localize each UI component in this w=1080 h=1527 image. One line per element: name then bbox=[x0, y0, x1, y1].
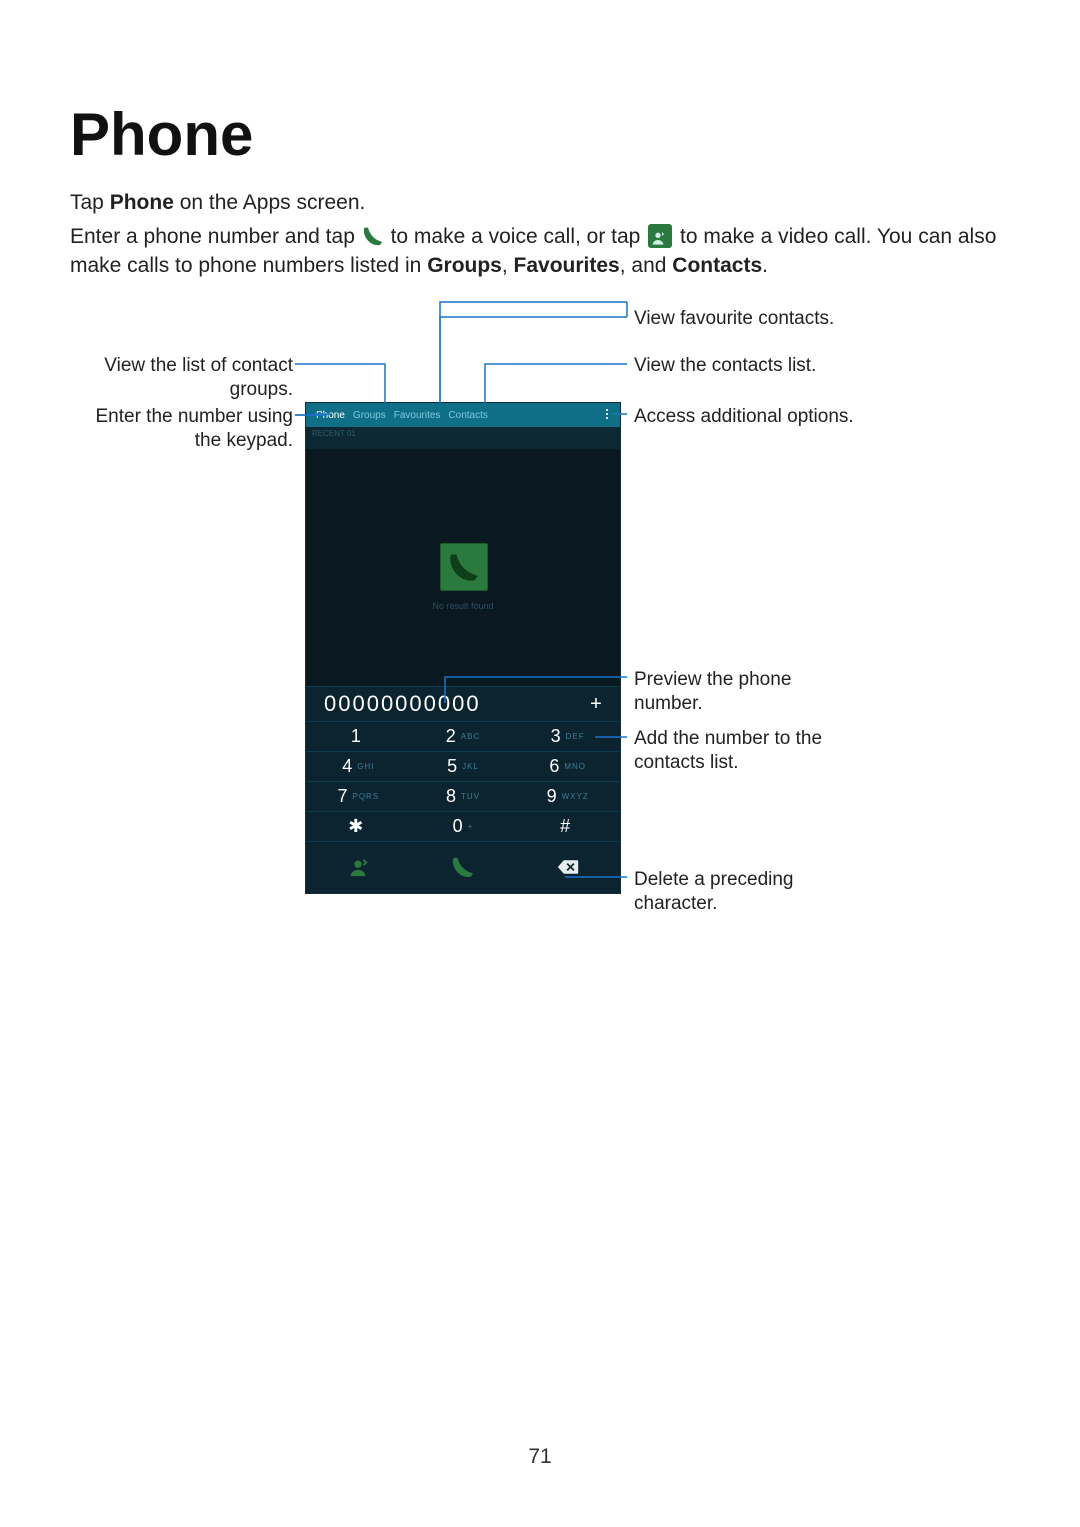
page-title: Phone bbox=[70, 100, 1010, 169]
key-5[interactable]: 5JKL bbox=[411, 751, 516, 781]
callout-preview: Preview the phone number. bbox=[634, 668, 791, 716]
key-1[interactable]: 1 bbox=[306, 721, 411, 751]
status-strip: RECENT 01 bbox=[306, 427, 620, 449]
callout-add-contact: Add the number to the contacts list. bbox=[634, 727, 822, 775]
callout-groups: View the list of contact groups. bbox=[70, 354, 293, 402]
add-contact-button[interactable]: + bbox=[582, 693, 610, 716]
text: Enter a phone number and tap bbox=[70, 225, 361, 248]
key-hash[interactable]: # bbox=[515, 811, 620, 841]
text: , bbox=[502, 254, 514, 277]
contacts-bold: Contacts bbox=[672, 254, 762, 277]
more-options-icon[interactable] bbox=[600, 407, 614, 421]
number-display: 00000000000 bbox=[324, 691, 582, 717]
groups-bold: Groups bbox=[427, 254, 502, 277]
key-0[interactable]: 0+ bbox=[411, 811, 516, 841]
tabs-row: Phone Groups Favourites Contacts bbox=[306, 403, 620, 427]
tab-favourites[interactable]: Favourites bbox=[390, 410, 445, 421]
text: , and bbox=[620, 254, 673, 277]
favourites-bold: Favourites bbox=[514, 254, 620, 277]
key-7[interactable]: 7PQRS bbox=[306, 781, 411, 811]
key-3[interactable]: 3DEF bbox=[515, 721, 620, 751]
tab-phone[interactable]: Phone bbox=[312, 410, 349, 421]
phone-app-icon bbox=[440, 543, 488, 591]
key-2[interactable]: 2ABC bbox=[411, 721, 516, 751]
callout-options: Access additional options. bbox=[634, 405, 854, 429]
key-8[interactable]: 8TUV bbox=[411, 781, 516, 811]
intro-line-2: Enter a phone number and tap to make a v… bbox=[70, 223, 1010, 280]
video-call-icon bbox=[648, 224, 672, 248]
video-call-button[interactable] bbox=[306, 841, 411, 891]
no-result-text: No result found bbox=[306, 601, 620, 611]
key-4[interactable]: 4GHI bbox=[306, 751, 411, 781]
backspace-button[interactable] bbox=[515, 841, 620, 891]
dial-section: 00000000000 + 1 2ABC 3DEF 4GHI 5JKL 6MNO… bbox=[306, 686, 620, 893]
phone-mock: Phone Groups Favourites Contacts RECENT … bbox=[305, 402, 621, 894]
text: . bbox=[762, 254, 768, 277]
tab-groups[interactable]: Groups bbox=[349, 410, 390, 421]
page-number: 71 bbox=[0, 1445, 1080, 1469]
text: on the Apps screen. bbox=[174, 191, 365, 214]
voice-call-icon bbox=[363, 226, 383, 246]
phone-bold: Phone bbox=[110, 191, 174, 214]
callout-delete: Delete a preceding character. bbox=[634, 868, 794, 916]
intro-line-1: Tap Phone on the Apps screen. bbox=[70, 189, 1010, 217]
phone-diagram: Phone Groups Favourites Contacts RECENT … bbox=[305, 302, 619, 902]
voice-call-button[interactable] bbox=[411, 841, 516, 891]
callout-keypad: Enter the number using the keypad. bbox=[70, 405, 293, 453]
keypad: 1 2ABC 3DEF 4GHI 5JKL 6MNO 7PQRS 8TUV 9W… bbox=[306, 721, 620, 841]
tab-contacts[interactable]: Contacts bbox=[444, 410, 491, 421]
text: Tap bbox=[70, 191, 110, 214]
key-9[interactable]: 9WXYZ bbox=[515, 781, 620, 811]
callout-favourites: View favourite contacts. bbox=[634, 307, 834, 331]
key-star[interactable]: ✱ bbox=[306, 811, 411, 841]
key-6[interactable]: 6MNO bbox=[515, 751, 620, 781]
callout-contacts: View the contacts list. bbox=[634, 354, 816, 378]
text: to make a voice call, or tap bbox=[391, 225, 647, 248]
